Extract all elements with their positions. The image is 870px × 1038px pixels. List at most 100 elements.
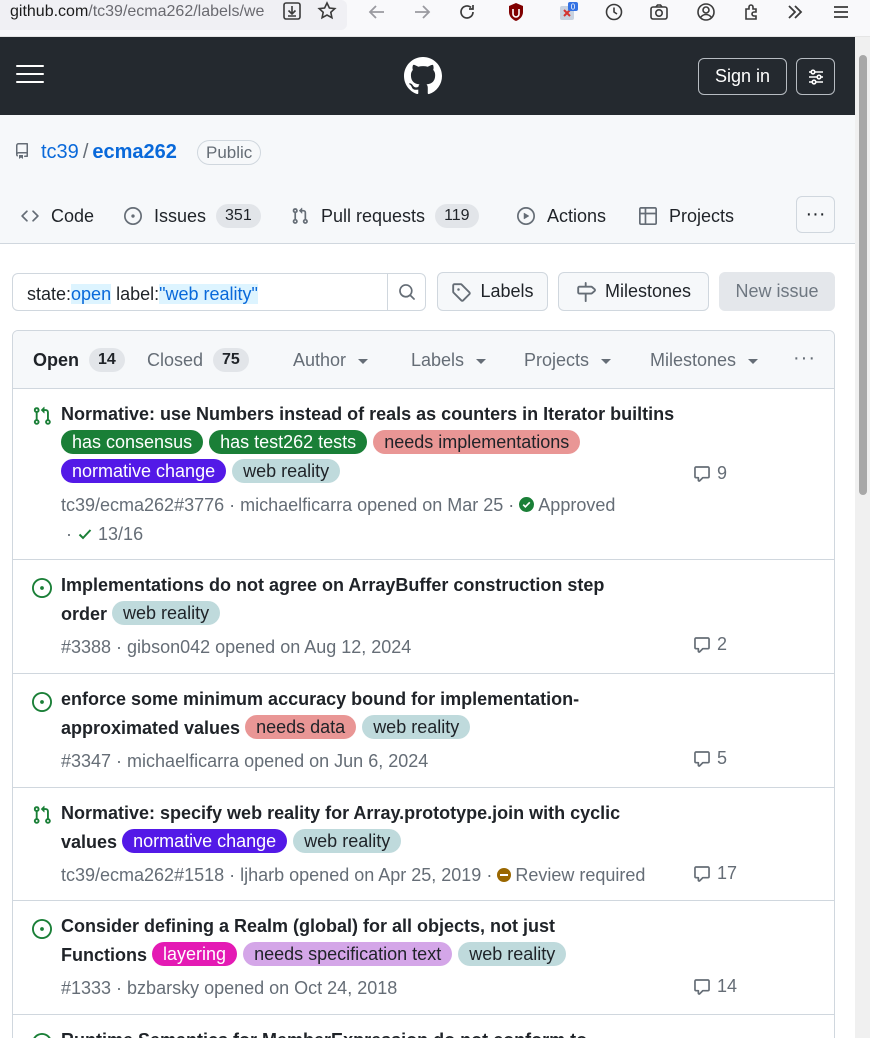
account-avatar-icon[interactable] — [693, 0, 719, 24]
app-menu-icon[interactable] — [828, 0, 854, 24]
comments-link[interactable]: 14 — [693, 976, 737, 997]
projects-filter[interactable]: Projects — [524, 348, 612, 372]
address-bar[interactable]: github.com/tc39/ecma262/labels/we — [0, 0, 347, 30]
comment-count: 17 — [717, 863, 738, 883]
issue-opened-icon — [32, 578, 52, 598]
back-arrow-icon[interactable] — [364, 0, 390, 24]
milestones-button[interactable]: Milestones — [558, 272, 709, 311]
comment-icon — [694, 865, 710, 882]
list-item[interactable]: Runtime Semantics for MemberExpression d… — [13, 1015, 834, 1038]
bookmark-star-icon[interactable] — [314, 0, 340, 23]
closed-issues-tab[interactable]: Closed 75 — [147, 348, 249, 372]
issue-label[interactable]: needs data — [245, 715, 357, 739]
issue-label[interactable]: web reality — [112, 601, 221, 625]
tab-actions-label: Actions — [547, 205, 607, 226]
issue-label[interactable]: normative change — [61, 459, 227, 483]
issue-title-link[interactable]: Runtime Semantics for MemberExpression d… — [61, 1030, 587, 1038]
issue-label[interactable]: has test262 tests — [209, 430, 368, 454]
issues-search-input[interactable]: state:open label:"web reality" — [12, 273, 426, 311]
issue-label[interactable]: web reality — [293, 829, 402, 853]
svg-text:0: 0 — [571, 3, 576, 12]
repo-icon — [15, 143, 28, 159]
comments-link[interactable]: 17 — [693, 863, 737, 884]
repo-owner-link[interactable]: tc39 — [41, 141, 79, 163]
list-item[interactable]: Normative: specify web reality for Array… — [13, 788, 834, 901]
comments-link[interactable]: 2 — [693, 634, 727, 655]
labels-button-label: Labels — [480, 281, 534, 301]
issue-label[interactable]: layering — [152, 942, 238, 966]
pulls-counter: 119 — [435, 204, 479, 228]
open-count: 14 — [89, 348, 125, 372]
comment-icon — [694, 465, 710, 482]
pull-request-open-icon — [33, 805, 51, 824]
repo-nav-more-button[interactable]: ··· — [796, 196, 835, 233]
browser-toolbar: github.com/tc39/ecma262/labels/we 0 — [0, 0, 870, 37]
issue-label[interactable]: web reality — [232, 459, 341, 483]
table-icon — [639, 207, 657, 225]
issue-title-block: Consider defining a Realm (global) for a… — [61, 912, 621, 970]
milestones-filter[interactable]: Milestones — [650, 348, 759, 372]
overflow-chevrons-icon[interactable] — [782, 0, 808, 24]
extension-badge-icon[interactable]: 0 — [555, 0, 581, 24]
tab-code-label: Code — [51, 205, 95, 226]
history-clock-icon[interactable] — [601, 0, 627, 24]
check-icon — [78, 529, 92, 540]
menu-hamburger-icon[interactable] — [16, 65, 44, 85]
save-page-icon[interactable] — [279, 0, 305, 23]
screenshot-camera-icon[interactable] — [646, 0, 672, 24]
new-issue-button[interactable]: New issue — [719, 272, 835, 311]
search-button[interactable] — [387, 274, 425, 310]
github-logo-icon[interactable] — [404, 57, 442, 95]
tab-actions[interactable]: Actions — [517, 199, 606, 233]
comments-link[interactable]: 5 — [693, 748, 727, 769]
issue-label[interactable]: web reality — [362, 715, 471, 739]
sign-in-button[interactable]: Sign in — [698, 58, 787, 95]
tab-projects[interactable]: Projects — [639, 199, 734, 233]
query-key-state: state: — [27, 284, 72, 304]
issue-label[interactable]: needs implementations — [373, 430, 581, 454]
search-icon — [398, 284, 415, 300]
repo-name-link[interactable]: ecma262 — [92, 141, 177, 163]
page-scrollbar[interactable] — [855, 37, 870, 1038]
issue-label[interactable]: web reality — [458, 942, 567, 966]
list-more-button[interactable]: ··· — [793, 347, 816, 370]
review-status[interactable]: Review required — [515, 865, 645, 885]
list-item[interactable]: enforce some minimum accuracy bound for … — [13, 674, 834, 788]
issue-title-link[interactable]: Normative: use Numbers instead of reals … — [61, 404, 674, 424]
issues-counter: 351 — [216, 204, 261, 228]
review-status[interactable]: Approved — [538, 495, 615, 515]
issue-label[interactable]: normative change — [122, 829, 288, 853]
author-filter[interactable]: Author — [293, 348, 369, 372]
search-settings-button[interactable] — [796, 58, 835, 95]
extensions-puzzle-icon[interactable] — [739, 0, 765, 24]
checks-status[interactable]: · 13/16 — [66, 522, 143, 546]
tab-issues[interactable]: Issues 351 — [124, 199, 261, 233]
open-issues-tab[interactable]: Open 14 — [33, 348, 125, 372]
ublock-shield-icon[interactable] — [503, 0, 529, 24]
pull-request-icon — [292, 207, 308, 224]
issue-label[interactable]: has consensus — [61, 430, 204, 454]
comments-link[interactable]: 9 — [693, 463, 727, 484]
search-query[interactable]: state:open label:"web reality" — [27, 283, 258, 305]
comment-icon — [694, 636, 710, 653]
checks-separator: · — [66, 524, 72, 544]
url-text[interactable]: github.com/tc39/ecma262/labels/we — [10, 2, 272, 22]
labels-filter[interactable]: Labels — [411, 348, 487, 372]
scrollbar-thumb[interactable] — [859, 55, 867, 495]
issues-list: Open 14 Closed 75 Author Labels Projects… — [12, 330, 835, 1038]
forward-arrow-icon[interactable] — [409, 0, 435, 24]
tab-pulls-label: Pull requests — [321, 205, 426, 226]
reload-icon[interactable] — [454, 0, 480, 24]
sliders-icon — [808, 68, 823, 85]
list-item[interactable]: Implementations do not agree on ArrayBuf… — [13, 560, 834, 674]
issue-label[interactable]: needs specification text — [243, 942, 453, 966]
comment-count: 5 — [717, 748, 728, 768]
tab-code[interactable]: Code — [21, 199, 94, 233]
issue-title-block: Runtime Semantics for MemberExpression d… — [61, 1026, 631, 1038]
list-item[interactable]: Consider defining a Realm (global) for a… — [13, 901, 834, 1015]
list-item[interactable]: Normative: use Numbers instead of reals … — [13, 389, 834, 560]
labels-filter-label: Labels — [411, 350, 465, 370]
tag-icon — [452, 282, 472, 302]
tab-pull-requests[interactable]: Pull requests 119 — [291, 199, 479, 233]
labels-button[interactable]: Labels — [437, 272, 548, 311]
